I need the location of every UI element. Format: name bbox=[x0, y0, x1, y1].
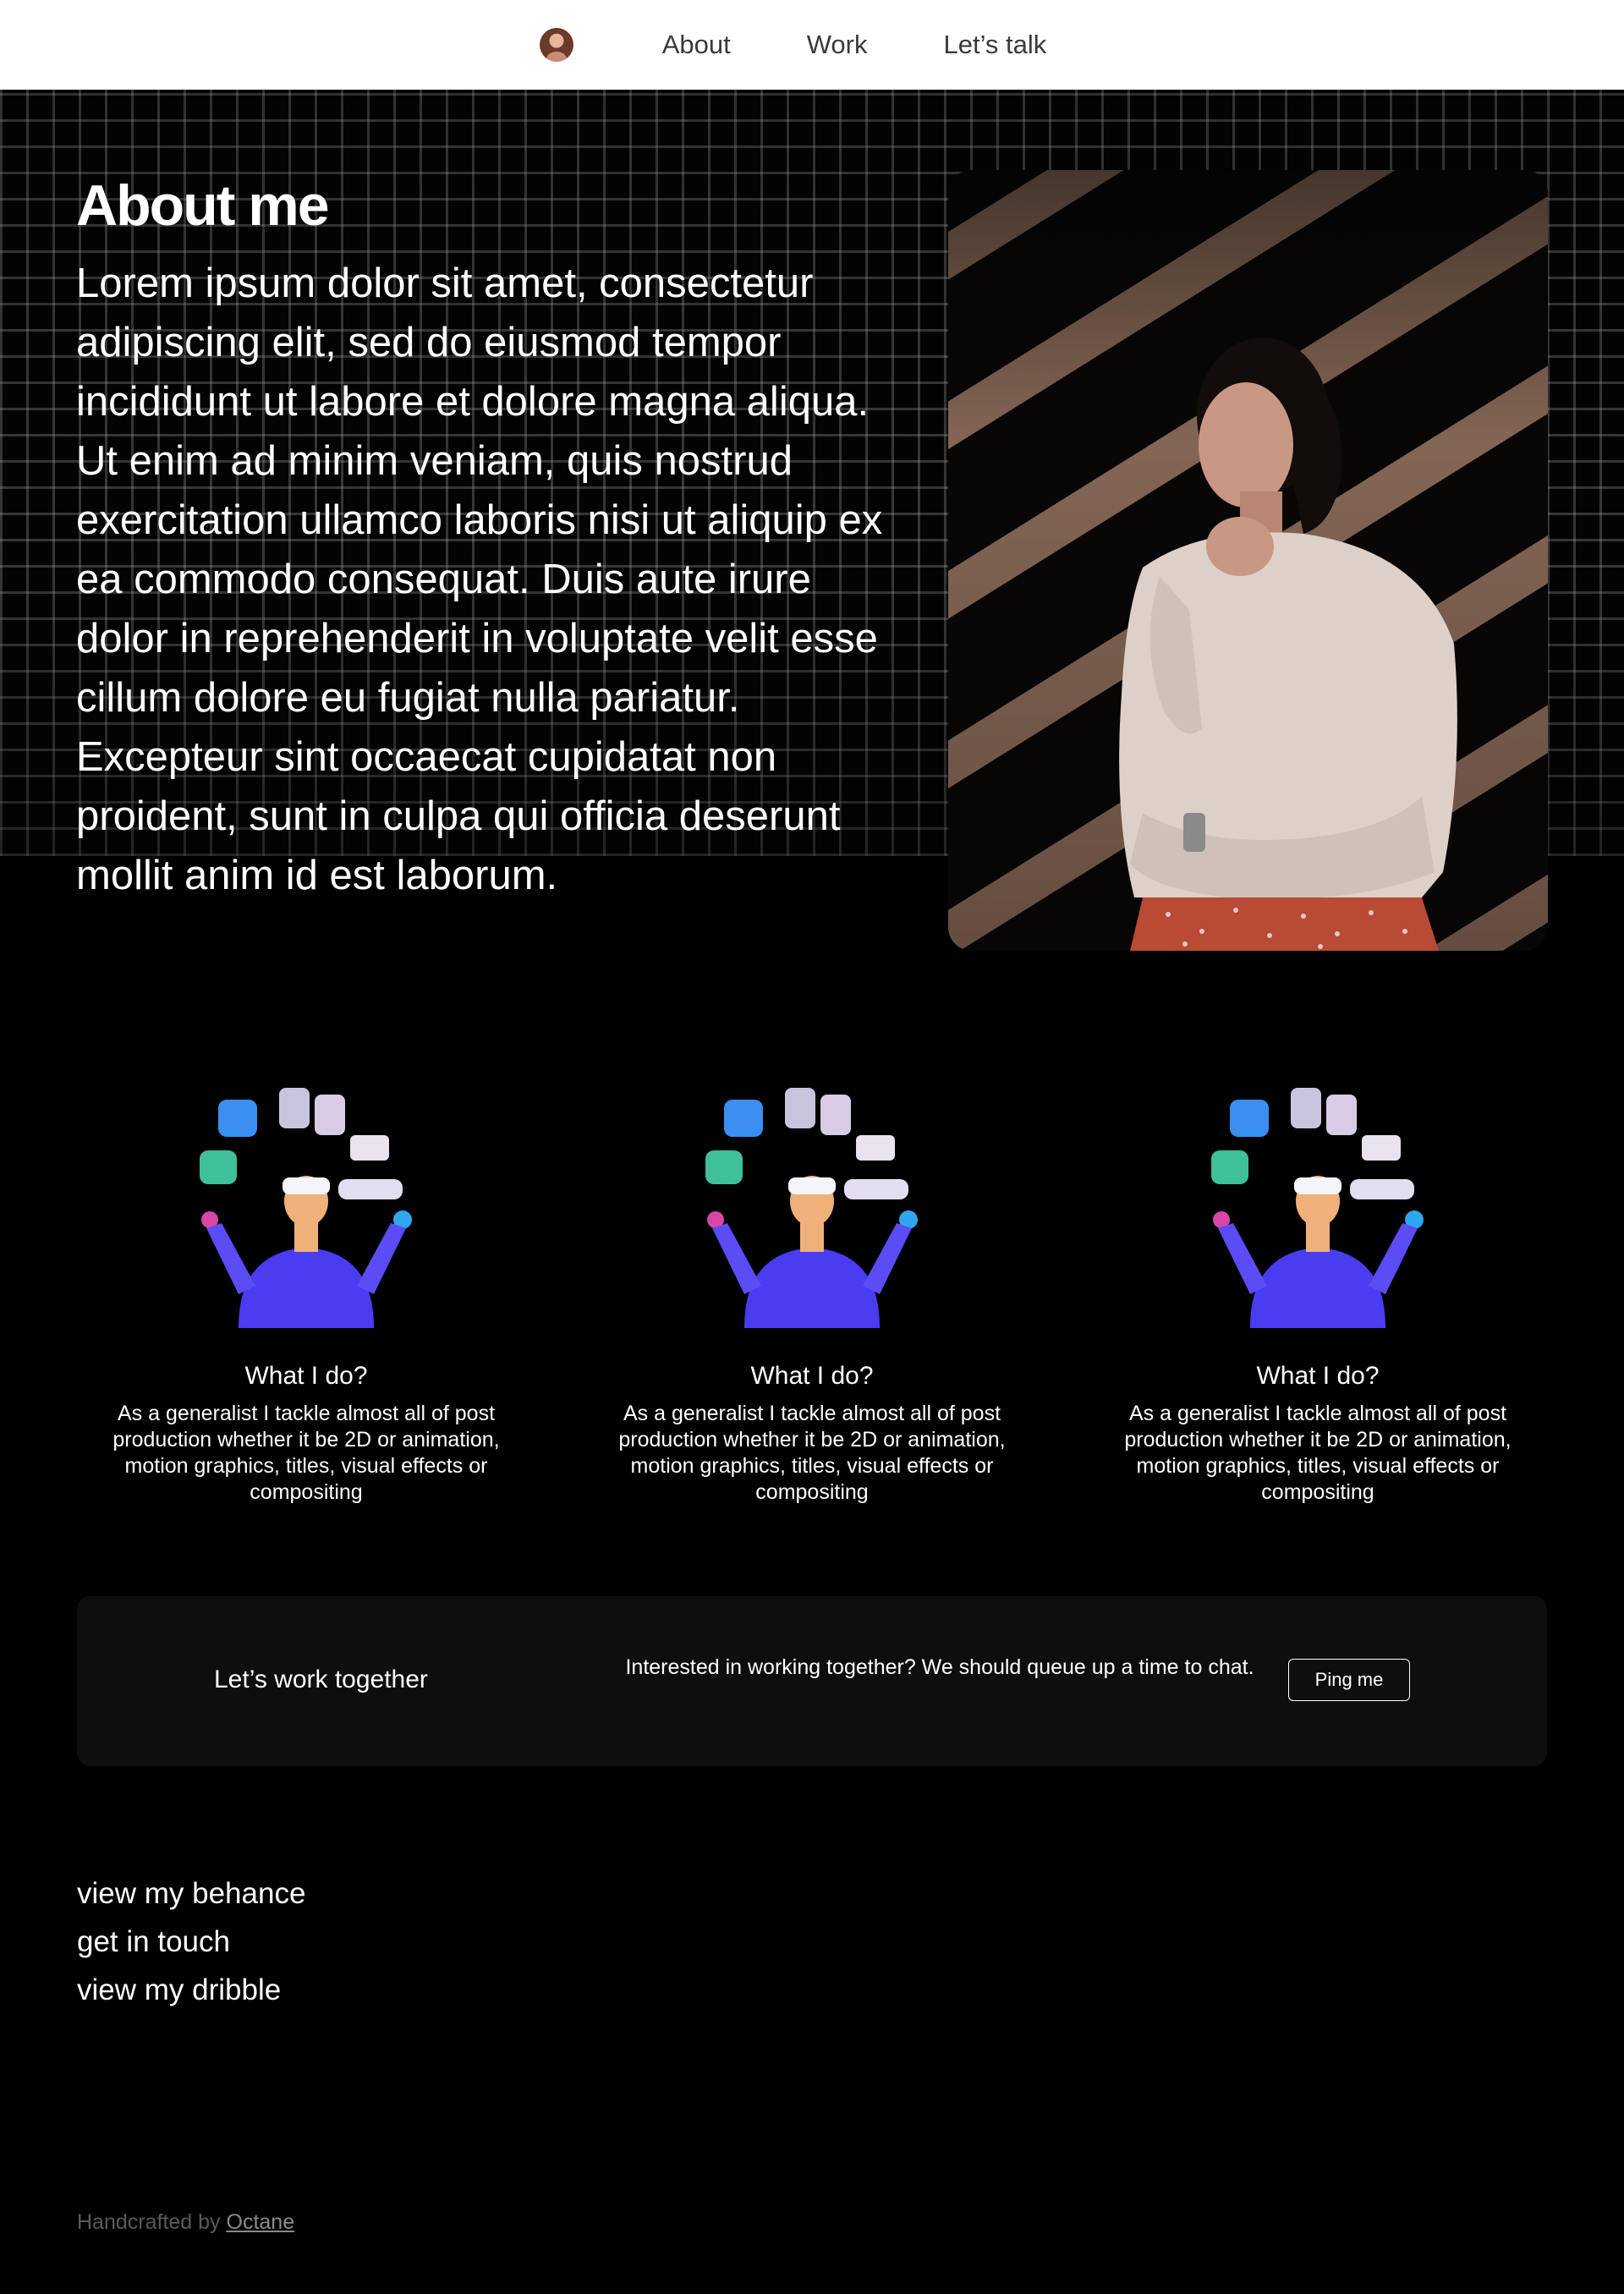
cta-text: Interested in working together? We shoul… bbox=[625, 1655, 1254, 1679]
service-title: What I do? bbox=[244, 1362, 368, 1390]
footer-prefix: Handcrafted by bbox=[77, 2210, 221, 2234]
nav-link-about[interactable]: About bbox=[662, 30, 731, 60]
juggler-illustration bbox=[188, 1074, 425, 1328]
juggler-illustration bbox=[1199, 1074, 1436, 1328]
nav-link-work[interactable]: Work bbox=[807, 30, 868, 60]
juggler-illustration bbox=[694, 1074, 930, 1328]
link-get-in-touch[interactable]: get in touch bbox=[77, 1918, 305, 1966]
nav-link-lets-talk[interactable]: Let’s talk bbox=[944, 30, 1047, 60]
cta-title: Let’s work together bbox=[214, 1666, 428, 1693]
service-description: As a generalist I tackle almost all of p… bbox=[618, 1402, 1006, 1504]
link-dribbble[interactable]: view my dribble bbox=[77, 1966, 305, 2014]
footer: Handcrafted by Octane bbox=[77, 2210, 294, 2235]
avatar[interactable] bbox=[539, 28, 573, 62]
service-title: What I do? bbox=[750, 1362, 874, 1390]
cta-card: Let’s work together Interested in workin… bbox=[77, 1596, 1547, 1766]
link-behance[interactable]: view my behance bbox=[77, 1869, 305, 1918]
service-card: What I do? As a generalist I tackle almo… bbox=[1081, 1074, 1555, 1506]
about-title: About me bbox=[76, 173, 330, 238]
service-card: What I do? As a generalist I tackle almo… bbox=[575, 1074, 1049, 1506]
service-description: As a generalist I tackle almost all of p… bbox=[1124, 1402, 1512, 1504]
social-links: view my behance get in touch view my dri… bbox=[77, 1869, 305, 2014]
footer-brand-link[interactable]: Octane bbox=[227, 2210, 295, 2234]
person-illustration bbox=[1119, 338, 1457, 951]
service-description: As a generalist I tackle almost all of p… bbox=[112, 1402, 500, 1504]
service-card: What I do? As a generalist I tackle almo… bbox=[69, 1074, 543, 1506]
service-title: What I do? bbox=[1256, 1362, 1380, 1390]
about-body: Lorem ipsum dolor sit amet, consectetur … bbox=[76, 261, 883, 898]
ping-me-button[interactable]: Ping me bbox=[1288, 1659, 1410, 1701]
top-nav: About Work Let’s talk bbox=[0, 0, 1624, 90]
profile-photo bbox=[948, 170, 1548, 951]
